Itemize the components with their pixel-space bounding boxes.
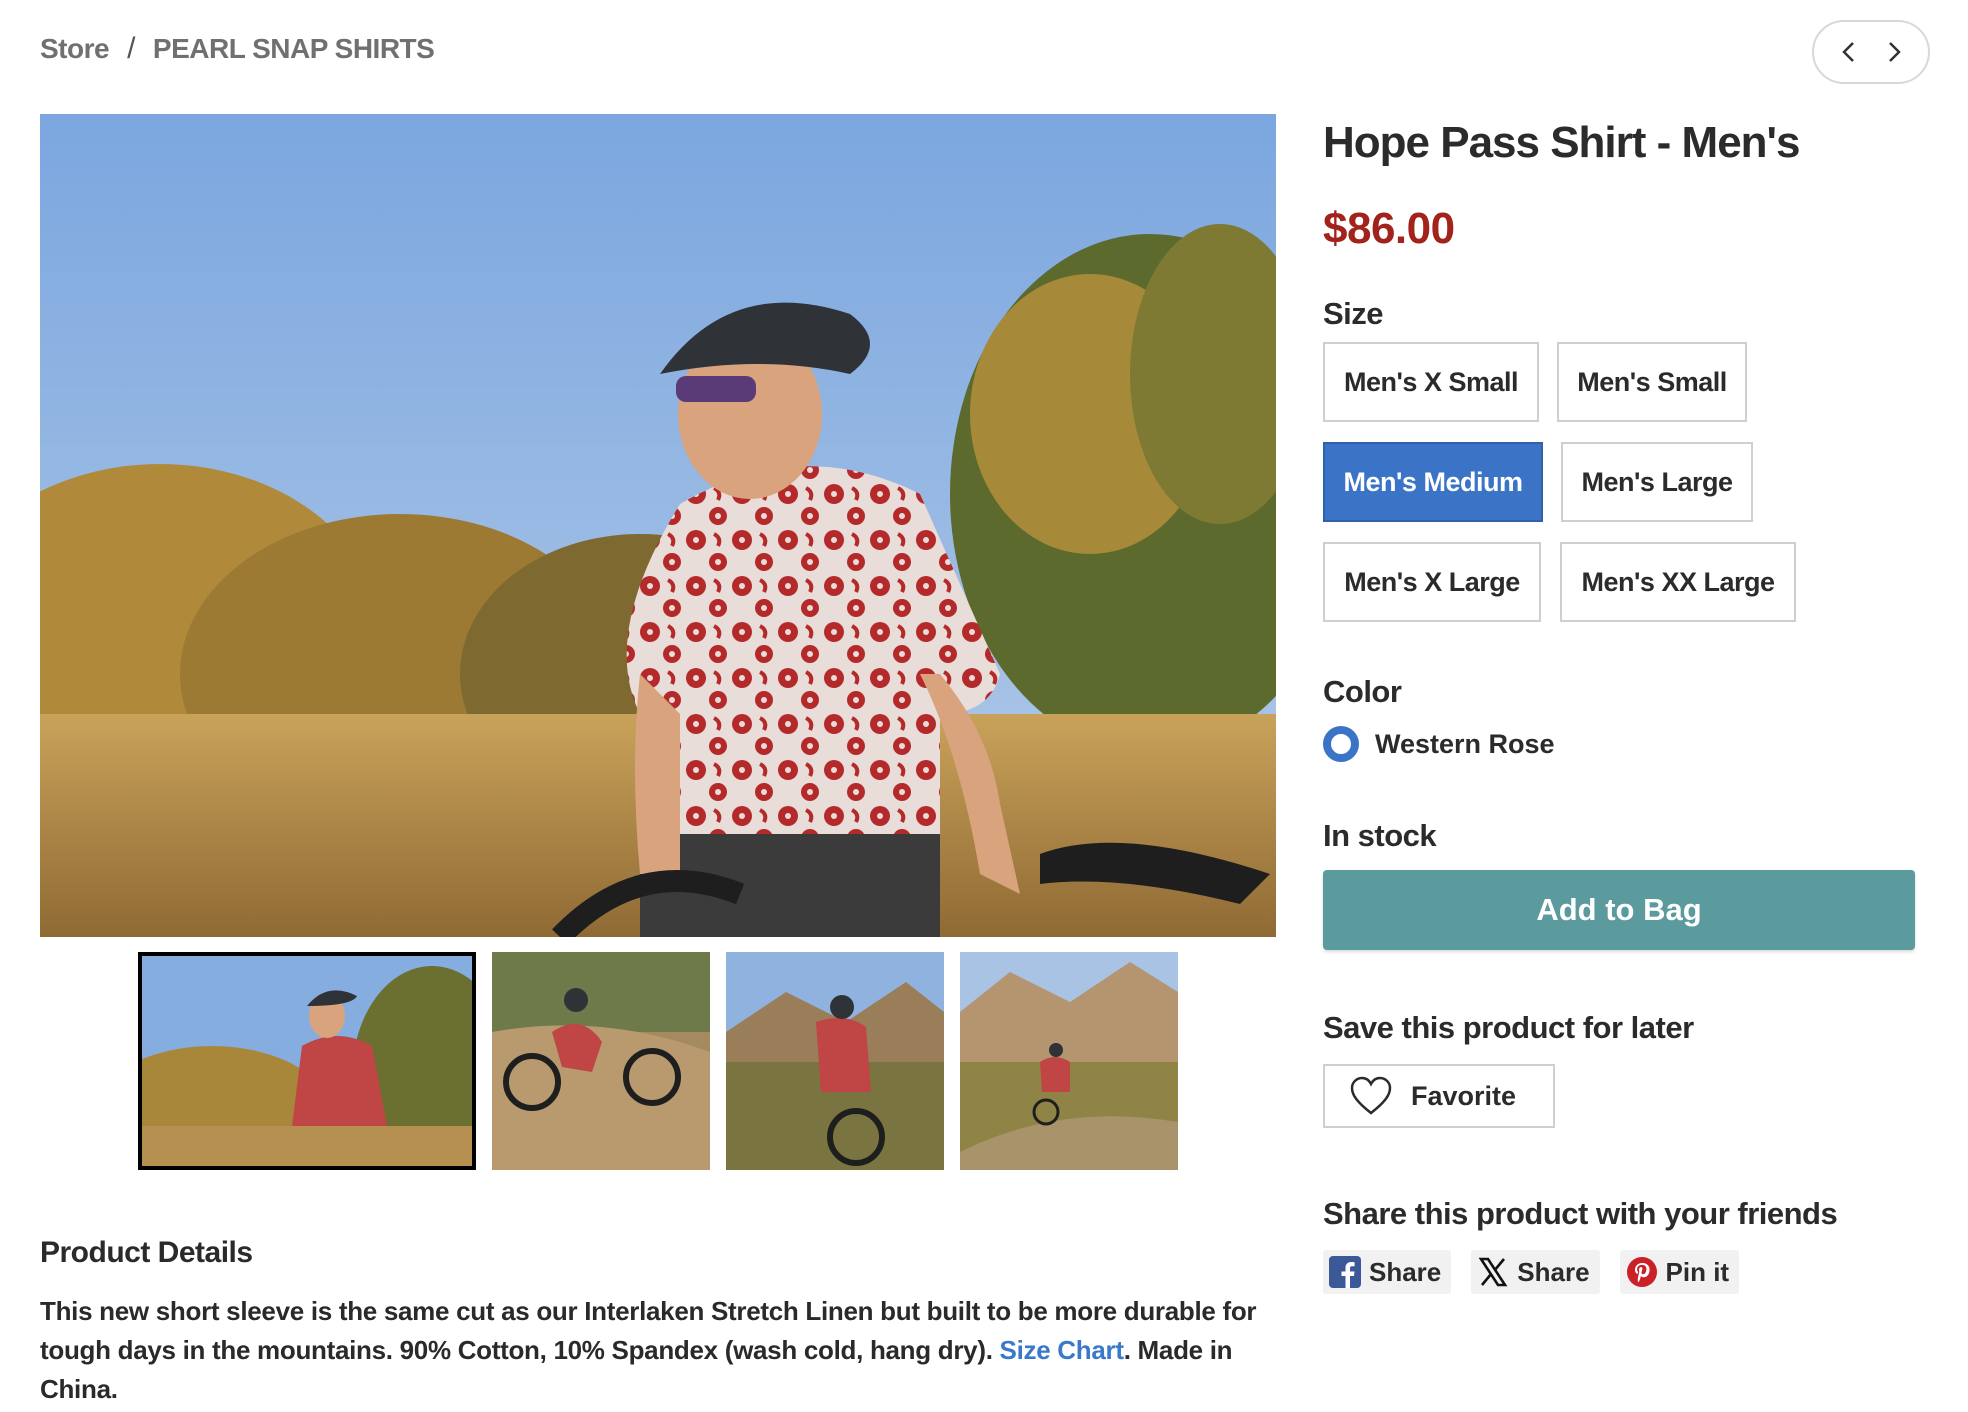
size-option-medium[interactable]: Men's Medium [1323,442,1543,522]
thumbnail-2[interactable] [492,952,710,1170]
chevron-right-icon [1888,42,1901,62]
color-radio[interactable] [1323,726,1359,762]
chevron-left-icon [1841,42,1854,62]
x-share-label: Share [1517,1256,1590,1287]
product-details-description: This new short sleeve is the same cut as… [40,1292,1280,1409]
size-option-large[interactable]: Men's Large [1561,442,1753,522]
heart-icon [1350,1076,1392,1115]
thumbnail-photo [492,952,710,1170]
thumbnail-strip [138,952,1178,1170]
product-details-heading: Product Details [40,1236,253,1269]
color-option[interactable]: Western Rose [1323,726,1555,762]
main-product-image[interactable] [40,114,1276,937]
breadcrumb-separator: / [127,32,135,65]
color-label: Color [1323,674,1402,709]
product-pager [1812,20,1930,84]
thumbnail-photo [726,952,944,1170]
size-chart-link[interactable]: Size Chart [1000,1335,1124,1365]
thumbnail-photo [142,956,472,1166]
pinterest-share-button[interactable]: Pin it [1619,1250,1740,1294]
share-label: Share this product with your friends [1323,1196,1838,1231]
thumbnail-photo [960,952,1178,1170]
thumbnail-4[interactable] [960,952,1178,1170]
thumbnail-1[interactable] [138,952,476,1170]
x-logo-icon [1478,1257,1508,1287]
thumbnail-3[interactable] [726,952,944,1170]
size-label: Size [1323,296,1384,331]
save-for-later-label: Save this product for later [1323,1010,1694,1045]
breadcrumb: Store / PEARL SNAP SHIRTS [40,32,435,66]
product-title: Hope Pass Shirt - Men's [1323,118,1800,167]
pinterest-icon [1626,1257,1657,1287]
stock-status: In stock [1323,818,1437,853]
facebook-share-button[interactable]: Share [1323,1250,1452,1294]
prev-product-button[interactable] [1831,34,1867,70]
next-product-button[interactable] [1876,34,1912,70]
size-option-xx-large[interactable]: Men's XX Large [1560,542,1796,622]
pinterest-share-label: Pin it [1665,1256,1730,1287]
favorite-button[interactable]: Favorite [1323,1064,1555,1128]
share-buttons: Share Share Pin it [1323,1250,1740,1294]
facebook-icon [1329,1256,1361,1288]
x-share-button[interactable]: Share [1471,1250,1600,1294]
breadcrumb-store-link[interactable]: Store [40,33,110,65]
size-option-x-large[interactable]: Men's X Large [1323,542,1541,622]
product-price: $86.00 [1323,204,1455,253]
favorite-label: Favorite [1411,1080,1517,1111]
facebook-share-label: Share [1369,1256,1442,1287]
size-option-x-small[interactable]: Men's X Small [1323,342,1539,422]
product-photo [40,114,1276,937]
breadcrumb-category-link[interactable]: PEARL SNAP SHIRTS [153,33,435,65]
add-to-bag-button[interactable]: Add to Bag [1323,870,1915,950]
size-option-small[interactable]: Men's Small [1557,342,1747,422]
color-name: Western Rose [1375,728,1555,759]
